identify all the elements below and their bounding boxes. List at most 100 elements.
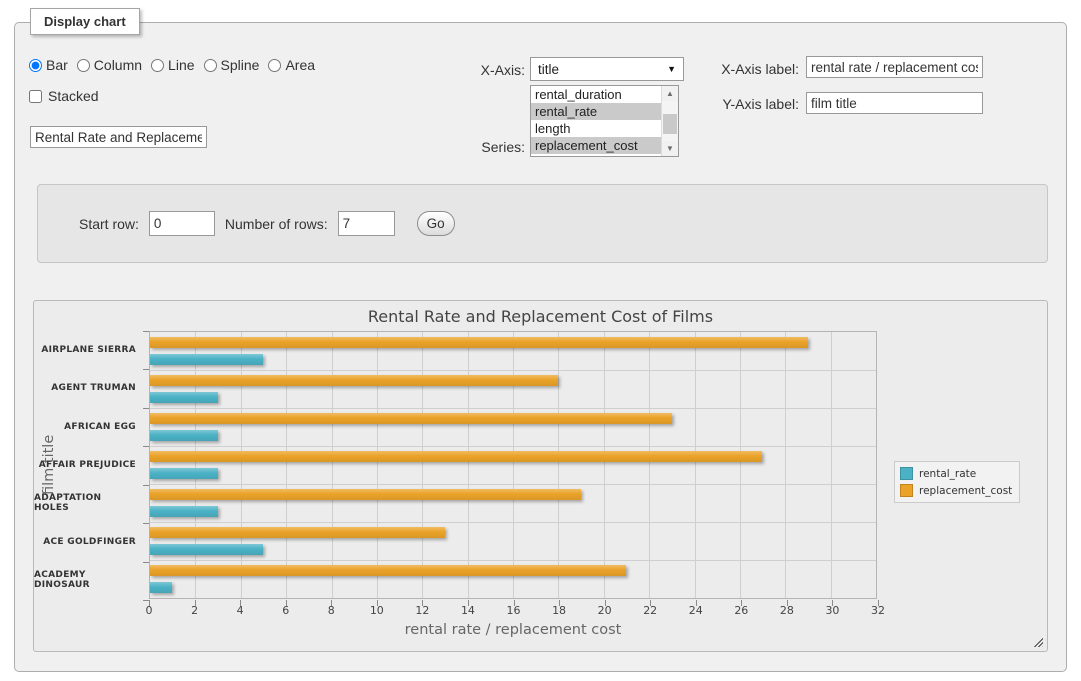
category-label: ADAPTATION HOLES [34,484,143,522]
legend-swatch [900,467,913,480]
bar-rental_rate [150,430,218,441]
x-axis-tick-labels: 02468101214161820222426283032 [149,604,878,618]
x-tick-label: 14 [461,604,475,617]
resize-handle-icon[interactable] [1032,636,1043,647]
bar-replacement_cost [150,527,445,538]
row-range-form: Start row: Number of rows: Go [37,184,1048,263]
x-tick-label: 30 [825,604,839,617]
chart-type-radio-column[interactable] [77,59,90,72]
series-option-rental_rate[interactable]: rental_rate [531,103,678,120]
y-axis-label-input[interactable] [806,92,983,114]
bar-replacement_cost [150,375,558,386]
scroll-up-icon[interactable]: ▲ [662,86,678,101]
category-label: ACADEMY DINOSAUR [34,561,143,599]
bar-row [150,408,876,446]
chart-type-option-line[interactable]: Line [151,57,194,73]
bar-replacement_cost [150,451,762,462]
x-tick-label: 24 [689,604,703,617]
bar-rental_rate [150,544,263,555]
category-label: AFRICAN EGG [34,408,143,446]
x-tick-label: 2 [191,604,198,617]
legend-label: rental_rate [919,468,976,480]
scrollbar-thumb[interactable] [663,114,677,134]
chart-type-label: Bar [46,57,68,73]
legend-item-rental_rate: rental_rate [900,467,1012,480]
category-label: ACE GOLDFINGER [34,522,143,560]
stacked-option[interactable]: Stacked [29,88,99,104]
x-axis-selected-value: title [538,62,667,77]
chart-title-input[interactable] [30,126,207,148]
x-tick-label: 10 [370,604,384,617]
chart-type-radio-group: Bar Column Line Spline Area [29,57,315,73]
bar-replacement_cost [150,489,581,500]
legend-swatch [900,484,913,497]
display-chart-page: Display chart Bar Column Line Spline Area St… [0,0,1081,681]
bar-row [150,370,876,408]
x-tick-label: 6 [282,604,289,617]
x-axis-title: rental rate / replacement cost [149,622,877,638]
x-axis-label-label: X-Axis label: [700,61,799,77]
series-listbox-label: Series: [430,139,525,155]
x-tick-label: 8 [328,604,335,617]
x-axis-select-label: X-Axis: [430,62,525,78]
bar-rental_rate [150,582,172,593]
bar-row [150,560,876,598]
series-scrollbar[interactable]: ▲ ▼ [661,86,678,156]
chart-type-option-area[interactable]: Area [268,57,315,73]
chevron-down-icon: ▼ [667,64,676,74]
start-row-label: Start row: [79,216,139,232]
bar-row [150,332,876,370]
legend-label: replacement_cost [919,485,1012,497]
chart-type-radio-line[interactable] [151,59,164,72]
bar-rental_rate [150,354,263,365]
series-option-length[interactable]: length [531,120,678,137]
bar-replacement_cost [150,565,626,576]
chart-type-option-spline[interactable]: Spline [204,57,260,73]
bar-rental_rate [150,506,218,517]
number-of-rows-input[interactable] [338,211,395,236]
x-tick-label: 0 [146,604,153,617]
x-tick-label: 32 [871,604,885,617]
row-range-form-inner: Start row: Number of rows: Go [79,185,455,262]
category-labels: AIRPLANE SIERRAAGENT TRUMANAFRICAN EGGAF… [34,331,143,599]
x-tick-label: 18 [552,604,566,617]
chart-title: Rental Rate and Replacement Cost of Film… [34,307,1047,326]
bar-row [150,484,876,522]
chart-type-radio-bar[interactable] [29,59,42,72]
plot-area [149,331,877,599]
stacked-label: Stacked [48,88,99,104]
bar-rental_rate [150,392,218,403]
x-axis-select[interactable]: title ▼ [530,57,684,81]
bar-row [150,522,876,560]
bar-rental_rate [150,468,218,479]
scroll-down-icon[interactable]: ▼ [662,141,678,156]
x-tick-label: 4 [237,604,244,617]
chart-type-option-bar[interactable]: Bar [29,57,68,73]
start-row-input[interactable] [149,211,215,236]
chart-type-radio-spline[interactable] [204,59,217,72]
x-axis-label-input[interactable] [806,56,983,78]
bar-rows [150,332,876,598]
chart-type-label: Area [285,57,315,73]
category-label: AIRPLANE SIERRA [34,331,143,369]
stacked-checkbox[interactable] [29,90,42,103]
x-tick-label: 12 [415,604,429,617]
series-options: rental_durationrental_ratelengthreplacem… [531,86,678,154]
category-label: AGENT TRUMAN [34,369,143,407]
bar-replacement_cost [150,413,672,424]
series-option-rental_duration[interactable]: rental_duration [531,86,678,103]
series-listbox[interactable]: rental_durationrental_ratelengthreplacem… [530,85,679,157]
x-tick-label: 22 [643,604,657,617]
chart-type-option-column[interactable]: Column [77,57,142,73]
go-button[interactable]: Go [417,211,455,236]
chart-type-label: Spline [221,57,260,73]
bar-row [150,446,876,484]
fieldset-legend: Display chart [30,8,140,35]
x-tick-label: 20 [598,604,612,617]
chart-type-label: Line [168,57,194,73]
chart-type-radio-area[interactable] [268,59,281,72]
chart-legend: rental_rate replacement_cost [894,461,1020,503]
series-option-replacement_cost[interactable]: replacement_cost [531,137,678,154]
bar-replacement_cost [150,337,808,348]
x-tick-label: 16 [507,604,521,617]
